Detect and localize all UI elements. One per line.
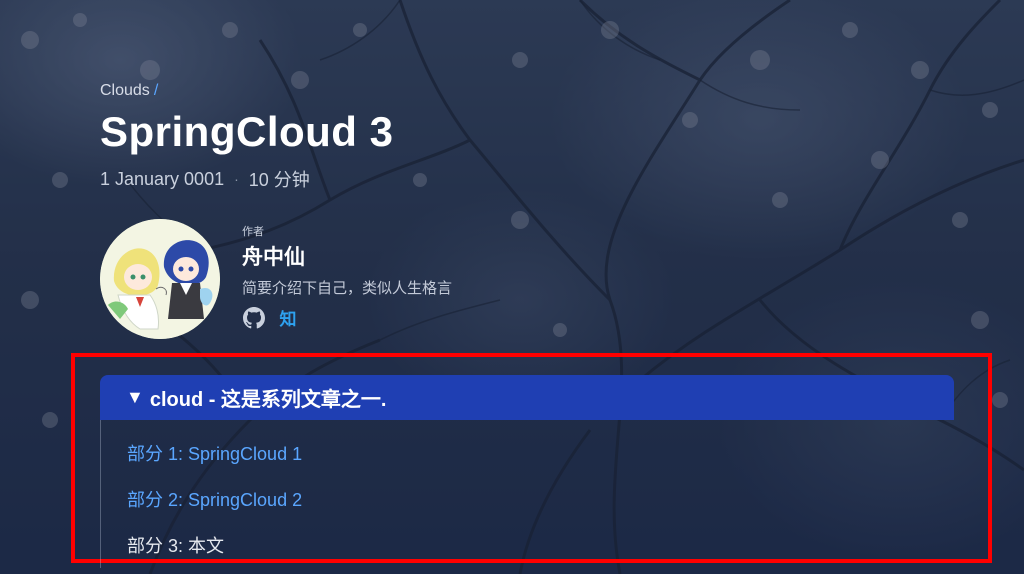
meta-separator: · (234, 171, 239, 187)
avatar[interactable] (100, 219, 220, 339)
zhihu-icon[interactable]: 知 (276, 306, 300, 330)
reading-time: 10 分钟 (248, 170, 310, 190)
series-item: 部分 2: SpringCloud 2 (127, 476, 954, 522)
breadcrumb-separator: / (153, 82, 159, 99)
author-caption: 作者 (242, 225, 264, 238)
author-bio: 简要介绍下自己，类似人生格言 (242, 279, 453, 297)
page-title: SpringCloud 3 (100, 108, 394, 155)
series-item: 部分 3: 本文 (127, 522, 954, 568)
series-panel: ▼ cloud - 这是系列文章之一. 部分 1: SpringCloud 1 … (100, 375, 954, 568)
post-header: Clouds / SpringCloud 3 1 January 0001 · … (100, 82, 394, 192)
social-links: 知 (242, 306, 452, 330)
series-header[interactable]: ▼ cloud - 这是系列文章之一. (100, 375, 954, 420)
avatar-illustration (100, 219, 220, 339)
series-current-part: 部分 3: 本文 (127, 536, 225, 556)
series-list: 部分 1: SpringCloud 1 部分 2: SpringCloud 2 … (100, 420, 954, 568)
series-item: 部分 1: SpringCloud 1 (127, 430, 954, 476)
series-link-part-1[interactable]: 部分 1: SpringCloud 1 (127, 440, 302, 466)
author-name: 舟中仙 (242, 245, 305, 269)
author-info: 作者 舟中仙 简要介绍下自己，类似人生格言 知 (242, 223, 452, 330)
post-date: 1 January 0001 (100, 168, 225, 189)
series-heading: cloud - 这是系列文章之一. (149, 389, 387, 411)
collapse-triangle-icon[interactable]: ▼ (126, 387, 144, 408)
github-glyph (243, 306, 265, 328)
breadcrumb: Clouds / (100, 82, 394, 100)
post-meta: 1 January 0001 · 10 分钟 (100, 166, 394, 192)
author-card: 作者 舟中仙 简要介绍下自己，类似人生格言 知 (100, 219, 452, 339)
breadcrumb-section-link[interactable]: Clouds (100, 82, 150, 100)
series-link-part-2[interactable]: 部分 2: SpringCloud 2 (127, 486, 302, 512)
github-icon[interactable] (242, 306, 266, 330)
